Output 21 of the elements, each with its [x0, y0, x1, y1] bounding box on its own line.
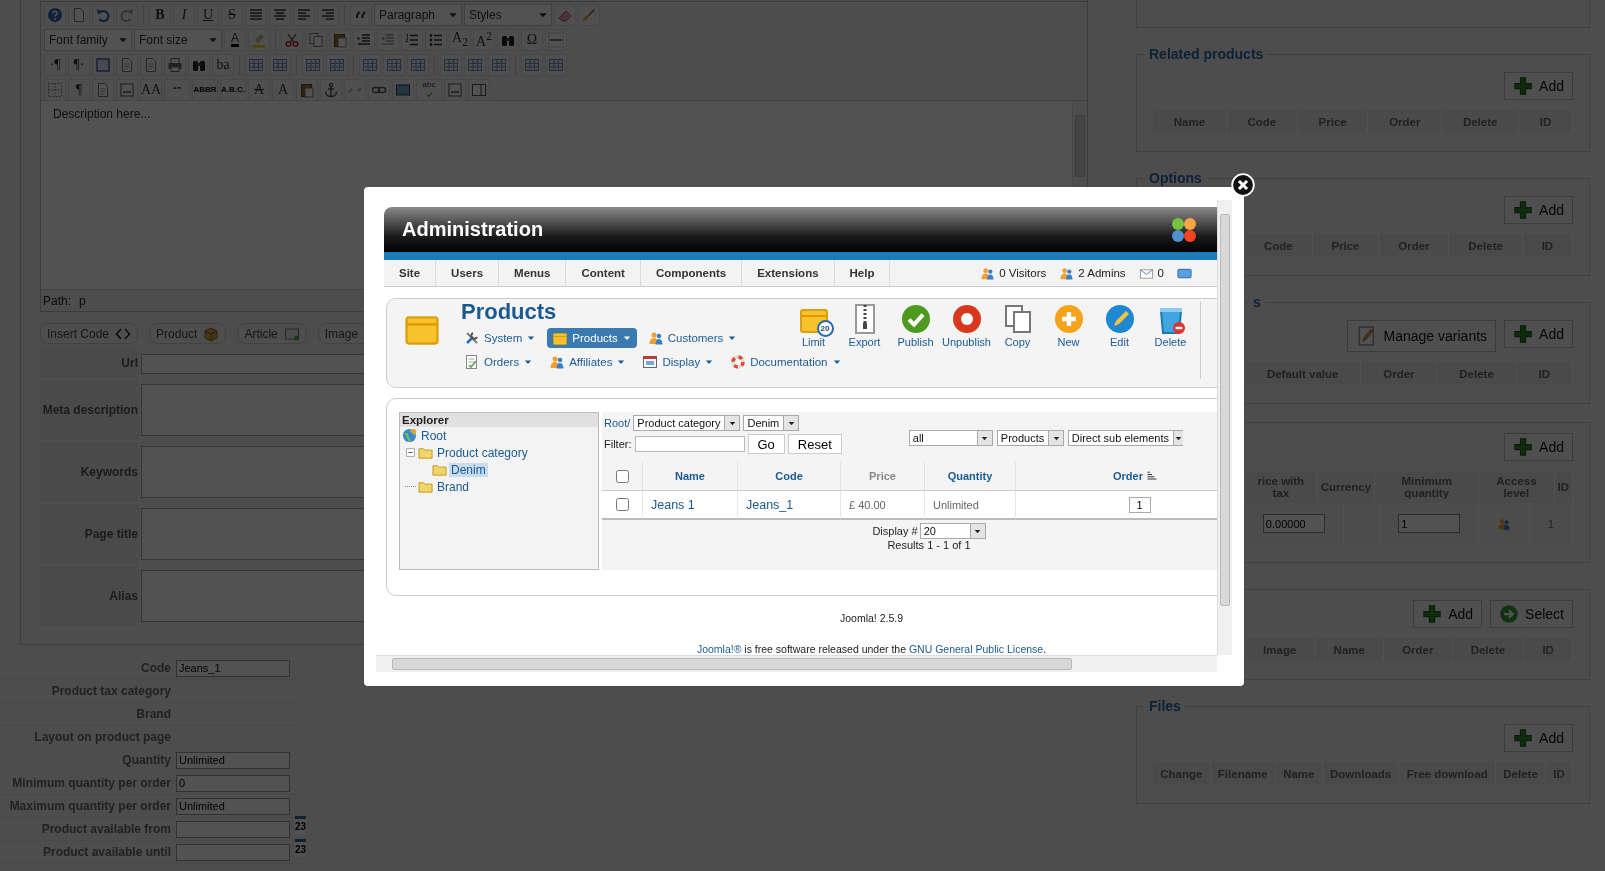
license-text: Joomla!® is free software released under the GNU General Public License. — [695, 643, 1048, 655]
display-label: Display # — [872, 525, 918, 537]
editor-text: Description here... — [53, 107, 151, 123]
results-text: Results 1 - 1 of 1 — [887, 539, 971, 551]
table-cell: £ 40.00 — [841, 491, 925, 520]
section-title: Related products — [1148, 46, 1265, 62]
path-value: p — [79, 293, 86, 308]
path-label: Path: — [43, 293, 72, 308]
section-title: s — [1252, 294, 1262, 310]
filter-label: Filter: — [604, 438, 632, 450]
header-title: Administration — [402, 218, 544, 241]
column-header: Price — [841, 462, 925, 491]
table-cell: Unlimited — [925, 491, 1016, 520]
page-title: Products — [461, 300, 558, 324]
section-title: Files — [1148, 698, 1182, 714]
status-text: 0 Visitors — [999, 267, 1047, 279]
status-text: 0 — [1157, 267, 1164, 279]
section-title: Options — [1148, 170, 1203, 186]
explorer-title: Explorer — [400, 413, 598, 427]
version-text: Joomla! 2.5.9 — [838, 612, 904, 624]
status-text: 2 Admins — [1078, 267, 1126, 279]
